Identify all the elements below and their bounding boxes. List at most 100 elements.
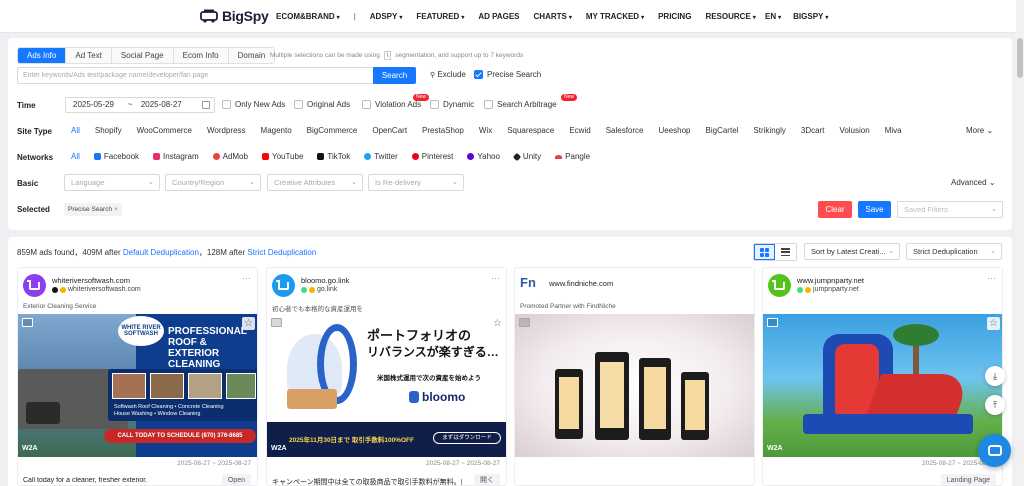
ad-card[interactable]: bloomo.go.link go.link ··· 初心者でも本格的な資産運用… bbox=[266, 267, 507, 486]
site-type-item[interactable]: OpenCart bbox=[372, 126, 407, 135]
tab-social-page[interactable]: Social Page bbox=[111, 48, 174, 63]
date-range-picker[interactable]: 2025-05-29 ~ 2025-08-27 bbox=[65, 97, 215, 113]
ad-text: キャンペーン期間中は全ての取扱商品で取引手数料が無料。口座開 bbox=[272, 479, 462, 486]
re-delivery-select[interactable]: Is Re-delivery ⌄ bbox=[368, 174, 464, 191]
grid-view-button[interactable] bbox=[754, 244, 775, 260]
network-pangle[interactable]: Pangle bbox=[555, 152, 590, 161]
menu-featured[interactable]: FEATURED ▾ bbox=[416, 12, 464, 21]
account-menu[interactable]: BIGSPY ▾ bbox=[793, 12, 828, 21]
ad-card[interactable]: www.jumpnparty.net jumpnparty.net ··· ☆ … bbox=[762, 267, 1003, 486]
ad-cta-button[interactable]: Landing Page bbox=[940, 474, 996, 485]
more-options-icon[interactable]: ··· bbox=[987, 273, 996, 283]
menu-ecom-brand[interactable]: ECOM&BRAND ▾ bbox=[276, 12, 340, 21]
ad-creative-image[interactable]: WHITE RIVER SOFTWASH PROFESSIONAL ROOF & … bbox=[18, 314, 257, 457]
network-unity[interactable]: Unity bbox=[512, 152, 541, 161]
site-type-item[interactable]: Strikingly bbox=[753, 126, 785, 135]
country-region-select[interactable]: Country/Region ⌄ bbox=[165, 174, 261, 191]
site-type-item[interactable]: 3Dcart bbox=[801, 126, 825, 135]
ad-card[interactable]: Fn www.findniche.com Promoted Partner wi… bbox=[514, 267, 755, 486]
exclude-toggle[interactable]: ⚲ Exclude bbox=[430, 70, 466, 79]
original-ads-checkbox[interactable]: Original Ads bbox=[294, 100, 350, 109]
dedup-select[interactable]: Strict Deduplication ⌄ bbox=[906, 243, 1002, 260]
creative-attributes-select[interactable]: Creative Attributes ⌄ bbox=[267, 174, 363, 191]
ad-creative-image[interactable]: ポートフォリオの リバランスが楽すぎる… 米国株式運用で次の資産を始めよう bl… bbox=[267, 314, 506, 457]
ad-creative-image[interactable] bbox=[515, 314, 754, 457]
site-type-item[interactable]: BigCommerce bbox=[307, 126, 358, 135]
back-to-top-button[interactable]: ⤒ bbox=[985, 395, 1005, 415]
network-instagram[interactable]: Instagram bbox=[153, 152, 199, 161]
close-icon[interactable]: × bbox=[114, 206, 118, 213]
site-type-item[interactable]: Ueeshop bbox=[658, 126, 690, 135]
tab-ads-info[interactable]: Ads Info bbox=[18, 48, 67, 63]
chat-support-button[interactable] bbox=[978, 434, 1011, 467]
strict-dedup-link[interactable]: Strict Deduplication bbox=[247, 248, 316, 257]
ad-cta-button[interactable]: 開く bbox=[474, 474, 500, 485]
sort-select[interactable]: Sort by Latest Creati... ⌄ bbox=[804, 243, 900, 260]
site-type-item[interactable]: Miva bbox=[885, 126, 902, 135]
clear-button[interactable]: Clear bbox=[818, 201, 852, 218]
menu-ad-pages[interactable]: AD PAGES bbox=[478, 12, 519, 21]
site-type-item[interactable]: Salesforce bbox=[606, 126, 644, 135]
advanced-toggle[interactable]: Advanced ⌄ bbox=[951, 178, 996, 187]
language-select[interactable]: Language ⌄ bbox=[64, 174, 160, 191]
site-type-item[interactable]: All bbox=[71, 126, 80, 135]
selected-filter-chip[interactable]: Precise Search × bbox=[64, 203, 122, 216]
download-button[interactable]: ⤓ bbox=[985, 366, 1005, 386]
favorite-star-icon[interactable]: ☆ bbox=[491, 317, 504, 330]
more-site-types-button[interactable]: More ⌄ bbox=[966, 126, 993, 135]
network-facebook[interactable]: Facebook bbox=[93, 152, 139, 161]
ad-creative-image[interactable]: ☆ W2A bbox=[763, 314, 1002, 457]
menu-resource[interactable]: RESOURCE ▾ bbox=[705, 12, 755, 21]
precise-search-checkbox[interactable]: Precise Search bbox=[474, 70, 541, 79]
site-type-item[interactable]: Volusion bbox=[839, 126, 869, 135]
network-yahoo[interactable]: Yahoo bbox=[467, 152, 500, 161]
page-scrollbar[interactable] bbox=[1016, 0, 1024, 486]
tab-domain[interactable]: Domain bbox=[228, 48, 275, 63]
default-dedup-link[interactable]: Default Deduplication bbox=[123, 248, 199, 257]
menu-my-tracked[interactable]: MY TRACKED ▾ bbox=[586, 12, 644, 21]
network-pinterest[interactable]: Pinterest bbox=[411, 152, 453, 161]
tab-ad-text[interactable]: Ad Text bbox=[66, 48, 112, 63]
search-input[interactable]: Enter keywords/Ads text/package name/dev… bbox=[17, 67, 374, 84]
site-type-item[interactable]: Wix bbox=[479, 126, 492, 135]
bigspy-logo[interactable]: BigSpy bbox=[200, 8, 269, 24]
site-type-item[interactable]: WooCommerce bbox=[137, 126, 192, 135]
network-tiktok[interactable]: TikTok bbox=[317, 152, 350, 161]
network-all[interactable]: All bbox=[71, 152, 80, 161]
menu-adspy[interactable]: ADSPY ▾ bbox=[370, 12, 403, 21]
more-options-icon[interactable]: ··· bbox=[491, 273, 500, 283]
menu-pricing[interactable]: PRICING bbox=[658, 12, 691, 21]
advertiser-name[interactable]: bloomo.go.link bbox=[301, 276, 349, 285]
site-type-item[interactable]: Magento bbox=[261, 126, 292, 135]
language-selector[interactable]: EN ▾ bbox=[765, 12, 781, 21]
saved-filters-select[interactable]: Saved Filters ⌄ bbox=[897, 201, 1003, 218]
search-button[interactable]: Search bbox=[373, 67, 416, 84]
dynamic-checkbox[interactable]: Dynamic bbox=[430, 100, 474, 109]
advertiser-domain: whiteriversoftwash.com bbox=[52, 286, 141, 293]
site-type-item[interactable]: Wordpress bbox=[207, 126, 246, 135]
search-arbitrage-checkbox[interactable]: Search Arbitrage bbox=[484, 100, 557, 109]
favorite-star-icon[interactable]: ☆ bbox=[987, 317, 1000, 330]
site-type-item[interactable]: PrestaShop bbox=[422, 126, 464, 135]
site-type-item[interactable]: BigCartel bbox=[706, 126, 739, 135]
advertiser-name[interactable]: www.findniche.com bbox=[549, 279, 613, 288]
advertiser-name[interactable]: www.jumpnparty.net bbox=[797, 276, 864, 285]
network-twitter[interactable]: Twitter bbox=[364, 152, 398, 161]
network-admob[interactable]: AdMob bbox=[212, 152, 248, 161]
site-type-item[interactable]: Ecwid bbox=[569, 126, 590, 135]
tab-ecom-info[interactable]: Ecom Info bbox=[173, 48, 229, 63]
list-view-button[interactable] bbox=[775, 244, 796, 260]
scrollbar-thumb[interactable] bbox=[1017, 38, 1023, 78]
ad-cta-button[interactable]: Open bbox=[221, 474, 251, 485]
more-options-icon[interactable]: ··· bbox=[242, 273, 251, 283]
site-type-item[interactable]: Shopify bbox=[95, 126, 122, 135]
advertiser-name[interactable]: whiteriversoftwash.com bbox=[52, 276, 130, 285]
site-type-item[interactable]: Squarespace bbox=[507, 126, 554, 135]
save-button[interactable]: Save bbox=[858, 201, 891, 218]
ad-card[interactable]: whiteriversoftwash.com whiteriversoftwas… bbox=[17, 267, 258, 486]
only-new-ads-checkbox[interactable]: Only New Ads bbox=[222, 100, 285, 109]
favorite-star-icon[interactable]: ☆ bbox=[242, 317, 255, 330]
violation-ads-checkbox[interactable]: Violation Ads bbox=[362, 100, 421, 109]
menu-charts[interactable]: CHARTS ▾ bbox=[534, 12, 572, 21]
network-youtube[interactable]: YouTube bbox=[261, 152, 303, 161]
